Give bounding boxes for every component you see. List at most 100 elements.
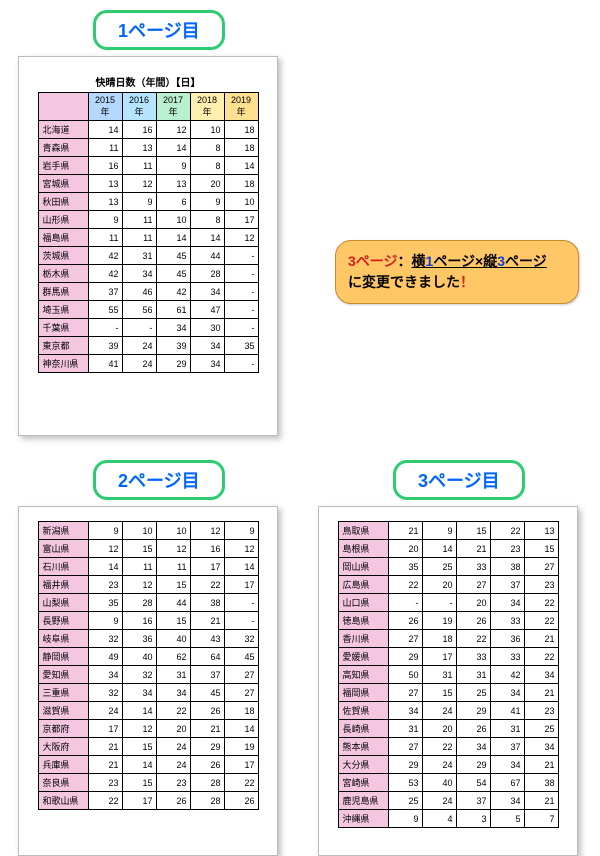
row-header: 奈良県 xyxy=(38,774,88,792)
row-header: 和歌山県 xyxy=(38,792,88,810)
cell: 22 xyxy=(422,738,456,756)
cell: 24 xyxy=(156,756,190,774)
cell: 22 xyxy=(88,792,122,810)
cell: 25 xyxy=(422,558,456,576)
cell: 17 xyxy=(88,720,122,738)
table-row: 千葉県--3430- xyxy=(38,319,258,337)
cell: 19 xyxy=(224,738,258,756)
cell: 16 xyxy=(122,612,156,630)
table-row: 東京都3924393435 xyxy=(38,337,258,355)
cell: 17 xyxy=(224,211,258,229)
cell: 14 xyxy=(156,229,190,247)
cell: 13 xyxy=(88,193,122,211)
table-row: 青森県111314818 xyxy=(38,139,258,157)
cell: 21 xyxy=(190,720,224,738)
row-header: 佐賀県 xyxy=(338,702,388,720)
cell: 42 xyxy=(88,247,122,265)
cell: - xyxy=(224,283,258,301)
cell: 12 xyxy=(190,522,224,540)
cell: - xyxy=(224,594,258,612)
cell: 26 xyxy=(190,756,224,774)
cell: 41 xyxy=(490,702,524,720)
row-header: 沖縄県 xyxy=(338,810,388,828)
cell: 21 xyxy=(524,792,558,810)
cell: 26 xyxy=(224,792,258,810)
cell: 40 xyxy=(122,648,156,666)
cell: 45 xyxy=(224,648,258,666)
cell: 12 xyxy=(88,540,122,558)
cell: 34 xyxy=(490,594,524,612)
cell: 14 xyxy=(88,121,122,139)
cell: 45 xyxy=(156,265,190,283)
row-header: 愛媛県 xyxy=(338,648,388,666)
cell: 9 xyxy=(224,522,258,540)
cell: 14 xyxy=(88,558,122,576)
cell: 12 xyxy=(224,540,258,558)
cell: 33 xyxy=(456,558,490,576)
table-row: 徳島県2619263322 xyxy=(338,612,558,630)
row-header: 三重県 xyxy=(38,684,88,702)
cell: 29 xyxy=(190,738,224,756)
cell: - xyxy=(224,355,258,373)
cell: 34 xyxy=(490,756,524,774)
row-header: 埼玉県 xyxy=(38,301,88,319)
cell: 21 xyxy=(190,612,224,630)
page2-sheet: 新潟県91010129富山県1215121612石川県1411111714福井県… xyxy=(18,506,278,856)
table-row: 群馬県37464234- xyxy=(38,283,258,301)
cell: 15 xyxy=(122,774,156,792)
cell: - xyxy=(224,265,258,283)
cell: 11 xyxy=(156,558,190,576)
row-header: 茨城県 xyxy=(38,247,88,265)
cell: 21 xyxy=(524,684,558,702)
cell: 13 xyxy=(524,522,558,540)
cell: - xyxy=(224,319,258,337)
cell: 21 xyxy=(524,630,558,648)
row-header: 富山県 xyxy=(38,540,88,558)
cell: 31 xyxy=(456,666,490,684)
cell: 12 xyxy=(224,229,258,247)
cell: 36 xyxy=(490,630,524,648)
cell: 41 xyxy=(88,355,122,373)
table-page2: 新潟県91010129富山県1215121612石川県1411111714福井県… xyxy=(38,521,259,810)
table-row: 香川県2718223621 xyxy=(338,630,558,648)
cell: 31 xyxy=(490,720,524,738)
page1-sheet: 快晴日数（年間）【日】 2015年2016年2017年2018年2019年北海道… xyxy=(18,56,278,436)
cell: 20 xyxy=(190,175,224,193)
page1-label: 1ページ目 xyxy=(93,10,225,50)
row-header: 宮城県 xyxy=(38,175,88,193)
page3-sheet: 鳥取県219152213島根県2014212315岡山県3525333827広島… xyxy=(318,506,578,856)
cell: 35 xyxy=(224,337,258,355)
header-blank xyxy=(38,93,88,121)
page2-section: 2ページ目 新潟県91010129富山県1215121612石川県1411111… xyxy=(18,460,278,856)
cell: 22 xyxy=(456,630,490,648)
cell: 4 xyxy=(422,810,456,828)
page3-section: 3ページ目 鳥取県219152213島根県2014212315岡山県352533… xyxy=(318,460,578,856)
row-header: 青森県 xyxy=(38,139,88,157)
cell: 34 xyxy=(190,283,224,301)
cell: 11 xyxy=(88,139,122,157)
cell: 45 xyxy=(156,247,190,265)
cell: 53 xyxy=(388,774,422,792)
table-row: 愛媛県2917333322 xyxy=(338,648,558,666)
cell: 38 xyxy=(490,558,524,576)
table-row: 山形県91110817 xyxy=(38,211,258,229)
cell: 11 xyxy=(122,229,156,247)
cell: 12 xyxy=(122,720,156,738)
cell: 33 xyxy=(456,648,490,666)
cell: 39 xyxy=(88,337,122,355)
cell: 16 xyxy=(122,121,156,139)
table-row: 岩手県16119814 xyxy=(38,157,258,175)
table-row: 佐賀県3424294123 xyxy=(338,702,558,720)
cell: 49 xyxy=(88,648,122,666)
cell: 18 xyxy=(224,139,258,157)
cell: 14 xyxy=(224,720,258,738)
cell: 10 xyxy=(156,211,190,229)
cell: 39 xyxy=(156,337,190,355)
cell: 8 xyxy=(190,157,224,175)
cell: 29 xyxy=(388,756,422,774)
table-row: 兵庫県2114242617 xyxy=(38,756,258,774)
table-row: 長野県9161521- xyxy=(38,612,258,630)
cell: 14 xyxy=(224,558,258,576)
cell: 6 xyxy=(156,193,190,211)
table-page3: 鳥取県219152213島根県2014212315岡山県3525333827広島… xyxy=(338,521,559,828)
